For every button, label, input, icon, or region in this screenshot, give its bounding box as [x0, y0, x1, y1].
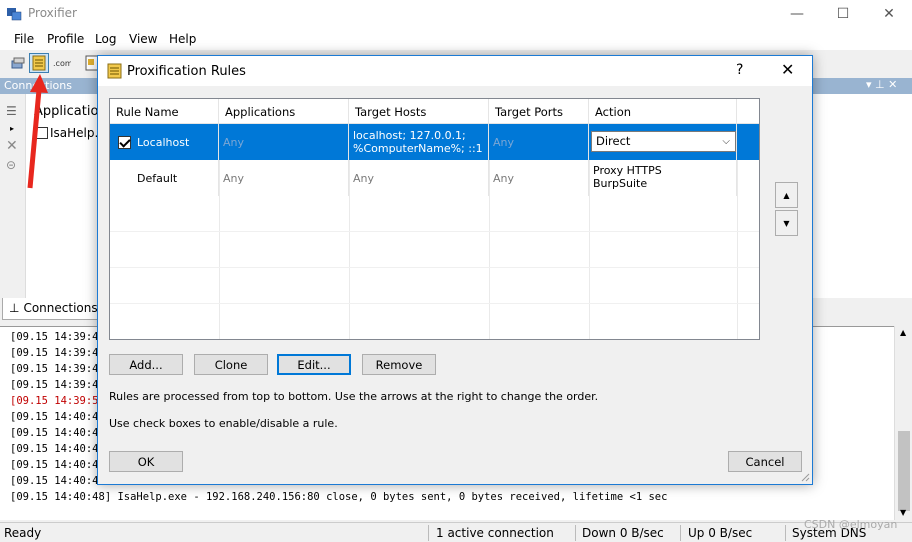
log-line: [09.15 14:40:48 [10, 411, 105, 423]
status-active-connections: 1 active connection [436, 526, 554, 540]
tab-connections[interactable]: ⊥ Connections [2, 298, 105, 320]
rules-table-header: Rule Name Applications Target Hosts Targ… [110, 99, 759, 124]
minimize-button[interactable]: — [774, 0, 820, 28]
move-up-button[interactable]: ▲ [775, 182, 798, 208]
column-action[interactable]: Action [589, 99, 737, 124]
rule-row-localhost[interactable]: Localhost Any localhost; 127.0.0.1; %Com… [110, 124, 759, 160]
cancel-button[interactable]: Cancel [728, 451, 802, 472]
close-window-button[interactable]: ✕ [866, 0, 912, 28]
menu-view[interactable]: View [129, 32, 157, 46]
dialog-close-button[interactable]: ✕ [781, 60, 794, 79]
log-line: [09.15 14:39:55 [10, 395, 105, 407]
rules-icon [107, 63, 122, 79]
rule-row-default[interactable]: Default Any Any Any Proxy HTTPS BurpSuit… [110, 160, 759, 196]
action-select[interactable]: Direct ⌵ [591, 131, 736, 152]
log-line: [09.15 14:40:48] IsaHelp.exe - 192.168.2… [10, 491, 668, 503]
log-line: [09.15 14:39:47 [10, 379, 105, 391]
status-ready: Ready [4, 526, 42, 540]
rule-action-line2: BurpSuite [593, 177, 648, 190]
column-applications[interactable]: Applications [219, 99, 349, 124]
rule-applications: Any [219, 160, 349, 196]
empty-row [110, 304, 759, 339]
action-select-value: Direct [596, 134, 631, 148]
move-down-button[interactable]: ▼ [775, 210, 798, 236]
connections-tab-icon: ⊥ [9, 301, 20, 315]
rule-name: Localhost [137, 135, 190, 149]
dialog-titlebar: Proxification Rules ? ✕ [98, 56, 812, 86]
add-button[interactable]: Add... [109, 354, 183, 375]
log-line: [09.15 14:40:48 [10, 475, 105, 487]
rule-action-line1: Proxy HTTPS [593, 164, 662, 177]
rule-ports: Any [489, 160, 589, 196]
log-line: [09.15 14:40:48 [10, 427, 105, 439]
log-line: [09.15 14:40:48 [10, 443, 105, 455]
log-line: [09.15 14:40:48 [10, 459, 105, 471]
rule-name: Default [110, 160, 219, 196]
move-down-icon: ▼ [783, 218, 790, 228]
chevron-down-icon: ⌵ [722, 136, 730, 147]
column-rule-name[interactable]: Rule Name [110, 99, 219, 124]
maximize-button[interactable]: ☐ [820, 0, 866, 28]
scroll-thumb[interactable] [898, 431, 910, 511]
menu-log[interactable]: Log [95, 32, 116, 46]
move-up-icon: ▲ [783, 190, 790, 200]
rule-ports: Any [489, 124, 589, 160]
clone-button[interactable]: Clone [194, 354, 268, 375]
rule-enabled-checkbox[interactable] [118, 135, 131, 149]
resize-grip-icon[interactable] [800, 472, 810, 482]
status-download: Down 0 B/sec [582, 526, 664, 540]
rules-table: Rule Name Applications Target Hosts Targ… [109, 98, 760, 340]
log-scrollbar[interactable]: ▲ ▼ [894, 326, 912, 520]
log-line: [09.15 14:39:46 [10, 331, 105, 343]
rule-hosts-line2: %ComputerName%; ::1 [353, 142, 483, 155]
edit-button[interactable]: Edit... [277, 354, 351, 375]
column-target-ports[interactable]: Target Ports [489, 99, 589, 124]
order-hint: Rules are processed from top to bottom. … [109, 390, 599, 403]
main-titlebar: Proxifier — ☐ ✕ [0, 0, 912, 28]
menu-help[interactable]: Help [169, 32, 196, 46]
help-button[interactable]: ? [736, 62, 743, 78]
rule-applications: Any [219, 124, 349, 160]
menu-bar: File Profile Log View Help [0, 28, 912, 50]
remove-button[interactable]: Remove [362, 354, 436, 375]
connections-tab-label: Connections [23, 301, 98, 315]
annotation-arrow-icon [27, 74, 48, 189]
scroll-up-icon[interactable]: ▲ [900, 328, 906, 337]
empty-row [110, 268, 759, 304]
scroll-down-icon[interactable]: ▼ [900, 508, 906, 517]
ok-button[interactable]: OK [109, 451, 183, 472]
rule-hosts-line1: localhost; 127.0.0.1; [353, 129, 466, 142]
watermark: CSDN @elmoyan [804, 518, 898, 531]
rule-hosts: Any [349, 160, 489, 196]
pin-icon[interactable]: ▾ ⊥ ✕ [866, 78, 897, 91]
empty-row [110, 196, 759, 232]
proxification-rules-dialog: Proxification Rules ? ✕ Rule Name Applic… [97, 55, 813, 485]
empty-row [110, 232, 759, 268]
column-target-hosts[interactable]: Target Hosts [349, 99, 489, 124]
dialog-title: Proxification Rules [127, 64, 246, 79]
log-line: [09.15 14:39:47 [10, 363, 105, 375]
log-line: [09.15 14:39:47 [10, 347, 105, 359]
status-bar: Ready 1 active connection Down 0 B/sec U… [0, 522, 912, 542]
checkbox-hint: Use check boxes to enable/disable a rule… [109, 417, 338, 430]
status-upload: Up 0 B/sec [688, 526, 753, 540]
